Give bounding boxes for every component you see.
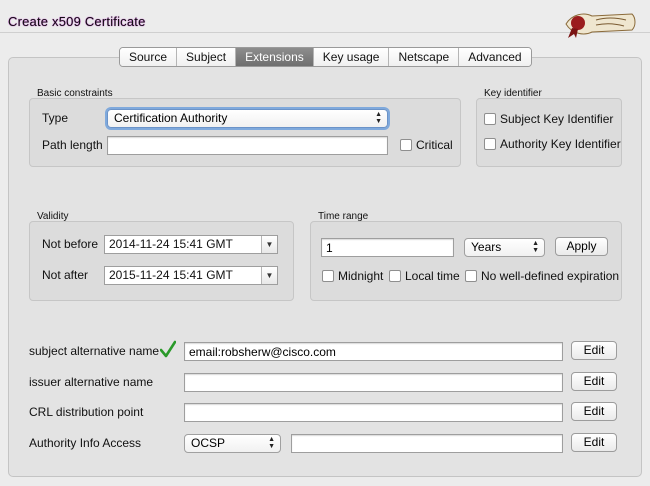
midnight-label: Midnight: [338, 269, 384, 283]
not-before-label: Not before: [42, 237, 99, 251]
tab-extensions[interactable]: Extensions: [236, 48, 314, 66]
not-after-combo[interactable]: 2015-11-24 15:41 GMT ▼: [104, 266, 278, 285]
tab-netscape[interactable]: Netscape: [389, 48, 460, 66]
header-divider: [0, 32, 650, 33]
subject-key-identifier-checkbox[interactable]: [484, 113, 496, 125]
no-expiration-row[interactable]: No well-defined expiration: [465, 269, 619, 283]
aia-input[interactable]: [291, 434, 563, 453]
crl-edit-button[interactable]: Edit: [571, 402, 617, 421]
time-range-title: Time range: [318, 211, 369, 222]
tab-source[interactable]: Source: [120, 48, 178, 66]
basic-constraints-title: Basic constraints: [37, 88, 113, 99]
updown-icon: ▲ ▼: [268, 436, 275, 450]
san-input[interactable]: email:robsherw@cisco.com: [184, 342, 563, 361]
not-after-label: Not after: [42, 268, 89, 282]
midnight-row[interactable]: Midnight: [322, 269, 383, 283]
updown-icon: ▲ ▼: [532, 240, 539, 254]
authority-key-identifier-label: Authority Key Identifier: [500, 137, 621, 151]
ian-input[interactable]: [184, 373, 563, 392]
time-range-unit-value: Years: [471, 240, 502, 254]
tab-bar: Source Subject Extensions Key usage Nets…: [119, 47, 532, 67]
validity-title: Validity: [37, 211, 69, 222]
apply-button[interactable]: Apply: [555, 237, 608, 256]
key-identifier-title: Key identifier: [484, 88, 542, 99]
san-label: subject alternative name: [29, 344, 160, 358]
tab-subject[interactable]: Subject: [177, 48, 237, 66]
local-time-row[interactable]: Local time: [389, 269, 460, 283]
aia-edit-button[interactable]: Edit: [571, 433, 617, 452]
chevron-down-icon[interactable]: ▼: [261, 236, 277, 253]
tab-advanced[interactable]: Advanced: [459, 48, 531, 66]
type-label: Type: [42, 111, 69, 125]
critical-label: Critical: [416, 138, 453, 152]
tab-key-usage[interactable]: Key usage: [313, 48, 390, 66]
local-time-label: Local time: [405, 269, 460, 283]
updown-icon: ▲ ▼: [375, 111, 382, 125]
no-expiration-label: No well-defined expiration: [481, 269, 620, 283]
not-before-value: 2014-11-24 15:41 GMT: [109, 237, 233, 251]
critical-checkbox-row[interactable]: Critical: [400, 138, 453, 152]
not-after-value: 2015-11-24 15:41 GMT: [109, 268, 233, 282]
no-expiration-checkbox[interactable]: [465, 270, 477, 282]
xca-logo: [562, 4, 638, 40]
local-time-checkbox[interactable]: [389, 270, 401, 282]
type-select-value: Certification Authority: [114, 111, 228, 125]
time-range-group: [310, 221, 622, 301]
subject-key-identifier-row[interactable]: Subject Key Identifier: [484, 112, 613, 126]
time-range-amount-input[interactable]: 1: [321, 238, 454, 257]
subject-key-identifier-label: Subject Key Identifier: [500, 112, 614, 126]
key-identifier-group: [476, 98, 622, 167]
window-title: Create x509 Certificate: [8, 14, 146, 29]
midnight-checkbox[interactable]: [322, 270, 334, 282]
validity-group: [29, 221, 294, 301]
ian-label: issuer alternative name: [29, 375, 154, 389]
aia-method-select[interactable]: OCSP ▲ ▼: [184, 434, 281, 453]
path-length-input[interactable]: [107, 136, 388, 155]
crl-input[interactable]: [184, 403, 563, 422]
critical-checkbox[interactable]: [400, 139, 412, 151]
check-icon: [160, 340, 176, 358]
san-edit-button[interactable]: Edit: [571, 341, 617, 360]
ian-edit-button[interactable]: Edit: [571, 372, 617, 391]
crl-label: CRL distribution point: [29, 405, 144, 419]
not-before-combo[interactable]: 2014-11-24 15:41 GMT ▼: [104, 235, 278, 254]
authority-key-identifier-row[interactable]: Authority Key Identifier: [484, 137, 621, 151]
type-select[interactable]: Certification Authority ▲ ▼: [107, 109, 388, 128]
chevron-down-icon[interactable]: ▼: [261, 267, 277, 284]
aia-label: Authority Info Access: [29, 436, 142, 450]
aia-method-value: OCSP: [191, 436, 226, 450]
authority-key-identifier-checkbox[interactable]: [484, 138, 496, 150]
path-length-label: Path length: [42, 138, 103, 152]
time-range-unit-select[interactable]: Years ▲ ▼: [464, 238, 545, 257]
